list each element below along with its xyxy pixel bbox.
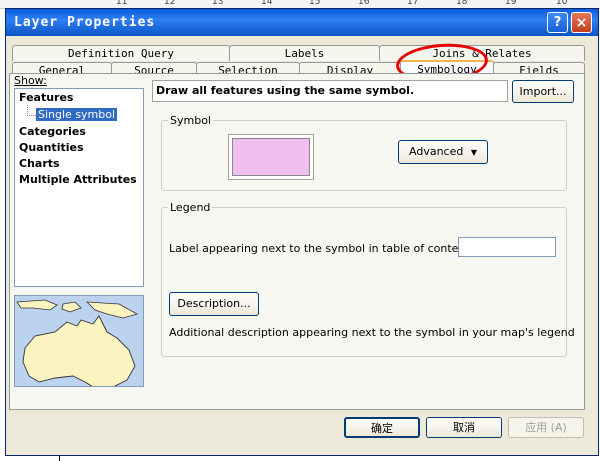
legend-group-label: Legend — [170, 201, 211, 214]
show-item-charts[interactable]: Charts — [19, 157, 60, 170]
close-button[interactable]: × — [571, 12, 592, 33]
dialog-title: Layer Properties — [14, 15, 156, 30]
show-item-features[interactable]: Features — [19, 91, 73, 104]
show-item-categories[interactable]: Categories — [19, 125, 86, 138]
show-item-quantities[interactable]: Quantities — [19, 141, 84, 154]
map-preview-image — [14, 295, 144, 387]
ruler-number: 18 — [456, 0, 468, 7]
symbol-group: Symbol — [161, 114, 567, 191]
symbol-swatch-button[interactable] — [228, 134, 314, 180]
close-icon: × — [575, 15, 588, 31]
tree-connector — [27, 105, 36, 116]
toc-label: Label appearing next to the symbol in ta… — [169, 242, 480, 255]
description-button[interactable]: Description... — [169, 292, 259, 316]
show-item-multiple-attributes[interactable]: Multiple Attributes — [19, 173, 137, 186]
advanced-button-label: Advanced — [409, 145, 464, 158]
description-help-text: Additional description appearing next to… — [169, 326, 575, 339]
ruler-number: 13 — [212, 0, 224, 7]
tab-labels[interactable]: Labels — [229, 45, 380, 61]
ruler-number: 17 — [407, 0, 419, 7]
ruler-number: 15 — [309, 0, 321, 7]
dropdown-arrow-icon: ▼ — [470, 148, 477, 157]
help-button[interactable]: ? — [547, 12, 568, 33]
ruler-number: 11 — [116, 0, 128, 7]
renderer-description: Draw all features using the same symbol. — [152, 80, 508, 102]
apply-button[interactable]: 应用 (A) — [508, 417, 584, 438]
import-button[interactable]: Import... — [512, 80, 574, 103]
title-bar[interactable]: Layer Properties ? × — [6, 9, 598, 36]
symbol-group-label: Symbol — [170, 114, 211, 127]
symbol-fill-preview — [232, 138, 310, 176]
show-item-single-symbol[interactable]: Single symbol — [36, 108, 118, 121]
ruler-number: 16 — [358, 0, 370, 7]
help-icon: ? — [553, 15, 562, 30]
ruler-number: 14 — [261, 0, 273, 7]
australia-map-icon — [15, 296, 143, 386]
show-tree[interactable]: Features Single symbol Categories Quanti… — [14, 88, 144, 287]
ruler-number: 19 — [505, 0, 517, 7]
advanced-button[interactable]: Advanced ▼ — [398, 140, 488, 164]
ruler-number: 12 — [164, 0, 176, 7]
toc-label-input[interactable] — [458, 237, 556, 257]
tab-definition-query[interactable]: Definition Query — [12, 45, 230, 61]
cancel-button[interactable]: 取消 — [426, 417, 502, 438]
ok-button[interactable]: 确定 — [344, 417, 420, 438]
ruler-number: 10 — [556, 0, 568, 7]
show-label: Show: — [14, 74, 47, 87]
